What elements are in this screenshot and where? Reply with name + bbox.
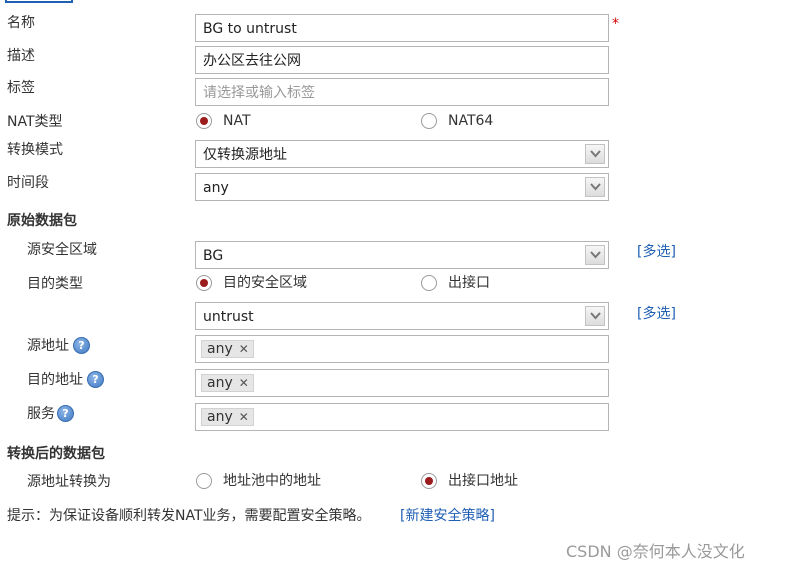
dest-address-label: 目的地址 [27,372,83,388]
help-icon[interactable]: ? [87,371,104,388]
src-zone-select[interactable]: BG [195,241,609,269]
service-label: 服务 [27,406,55,422]
nat-option-label: NAT [223,113,251,129]
time-range-label: 时间段 [7,175,49,191]
mode-value: 仅转换源地址 [203,147,287,163]
dest-zone-radio[interactable] [196,275,212,291]
time-range-select[interactable]: any [195,173,609,201]
egress-interface-option-label: 出接口 [448,275,490,291]
src-address-tag: any ✕ [201,340,254,358]
nat64-radio[interactable] [421,113,437,129]
tag-label: any [207,409,233,425]
chevron-down-icon[interactable] [585,177,605,197]
nat-radio[interactable] [196,113,212,129]
mode-label: 转换模式 [7,142,63,158]
tag-label: any [207,341,233,357]
service-input[interactable]: any ✕ [195,403,609,431]
chevron-down-icon[interactable] [585,144,605,164]
egress-address-option-label: 出接口地址 [448,473,518,489]
tags-placeholder: 请选择或输入标签 [203,85,315,101]
help-icon[interactable]: ? [57,405,74,422]
src-address-input[interactable]: any ✕ [195,335,609,363]
dest-address-tag: any ✕ [201,374,254,392]
tags-label: 标签 [7,80,35,96]
new-security-policy-link[interactable]: [新建安全策略] [400,507,495,525]
original-packet-heading: 原始数据包 [7,213,77,229]
time-range-value: any [203,180,229,196]
src-address-label: 源地址 [27,338,69,354]
egress-interface-radio[interactable] [421,275,437,291]
translated-packet-heading: 转换后的数据包 [7,446,105,462]
hint-text: 提示：为保证设备顺利转发NAT业务，需要配置安全策略。 [7,508,371,524]
description-value: 办公区去往公网 [203,53,301,69]
egress-address-radio[interactable] [421,473,437,489]
description-input[interactable]: 办公区去往公网 [195,46,609,74]
src-zone-label: 源安全区域 [27,242,97,258]
help-icon[interactable]: ? [73,337,90,354]
nat64-option-label: NAT64 [448,113,494,129]
src-translate-label: 源地址转换为 [27,474,111,490]
service-tag: any ✕ [201,408,254,426]
address-pool-option-label: 地址池中的地址 [223,473,321,489]
required-mark: * [612,16,619,32]
tags-input[interactable]: 请选择或输入标签 [195,78,609,106]
dest-type-label: 目的类型 [27,276,83,292]
dest-zone-select[interactable]: untrust [195,302,609,330]
tag-label: any [207,375,233,391]
watermark: CSDN @奈何本人没文化 [566,542,745,561]
chevron-down-icon[interactable] [585,306,605,326]
close-icon[interactable]: ✕ [239,342,249,356]
mode-select[interactable]: 仅转换源地址 [195,140,609,168]
chevron-down-icon[interactable] [585,245,605,265]
src-zone-multi-select-link[interactable]: [多选] [637,243,676,261]
close-icon[interactable]: ✕ [239,410,249,424]
dest-zone-option-label: 目的安全区域 [223,275,307,291]
dest-address-input[interactable]: any ✕ [195,369,609,397]
close-icon[interactable]: ✕ [239,376,249,390]
dest-zone-value: untrust [203,309,254,325]
nat-type-label: NAT类型 [7,114,63,130]
name-label: 名称 [7,15,35,31]
header-strip [5,0,73,3]
address-pool-radio[interactable] [196,473,212,489]
description-label: 描述 [7,48,35,64]
src-zone-value: BG [203,248,224,264]
name-value: BG to untrust [203,21,297,37]
name-input[interactable]: BG to untrust [195,14,609,42]
dest-zone-multi-select-link[interactable]: [多选] [637,305,676,323]
